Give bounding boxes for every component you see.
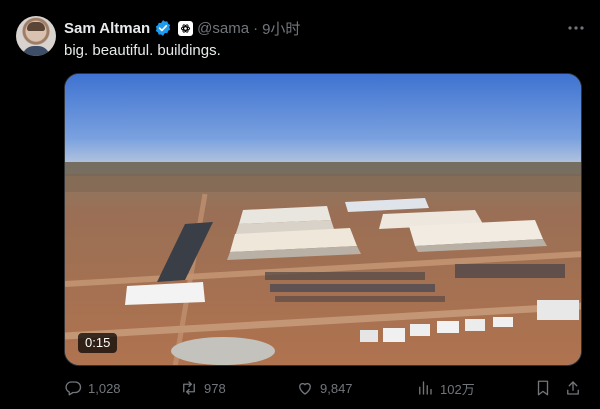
like-icon [299, 382, 311, 395]
views-icon [419, 381, 432, 395]
bookmark-button[interactable] [534, 378, 552, 398]
repost-icon [183, 381, 195, 395]
share-icon [567, 381, 579, 395]
reply-count: 1,028 [88, 380, 121, 396]
repost-count: 978 [204, 380, 226, 396]
reply-icon [65, 381, 82, 396]
tweet-actions: 1,028 978 9,847 102万 [64, 372, 582, 406]
video-frame [65, 74, 581, 365]
avatar-hair [27, 22, 45, 31]
video-player[interactable] [64, 73, 582, 366]
reply-button[interactable]: 1,028 [64, 378, 121, 398]
share-button[interactable] [564, 378, 582, 398]
tweet[interactable]: Sam Altman @sama · 9小时 big. beautiful. b… [0, 0, 600, 409]
like-button[interactable]: 9,847 [296, 378, 353, 398]
views-count: 102万 [440, 381, 475, 397]
openai-logo-icon[interactable] [178, 20, 194, 36]
author-name[interactable]: Sam Altman [64, 20, 150, 37]
views-button[interactable]: 102万 [416, 378, 475, 398]
timestamp[interactable]: 9小时 [262, 18, 300, 39]
bookmark-icon [537, 380, 549, 396]
like-count: 9,847 [320, 380, 353, 396]
separator-dot: · [253, 19, 259, 37]
tweet-header: Sam Altman @sama · 9小时 [64, 17, 300, 39]
avatar[interactable] [16, 16, 56, 56]
more-options-icon[interactable] [566, 18, 586, 38]
avatar-shirt [22, 46, 50, 56]
tweet-text: big. beautiful. buildings. [64, 42, 221, 59]
repost-button[interactable]: 978 [180, 378, 226, 398]
verified-badge-icon[interactable] [154, 19, 172, 37]
author-handle[interactable]: @sama [197, 20, 249, 37]
video-duration-badge: 0:15 [78, 333, 118, 353]
